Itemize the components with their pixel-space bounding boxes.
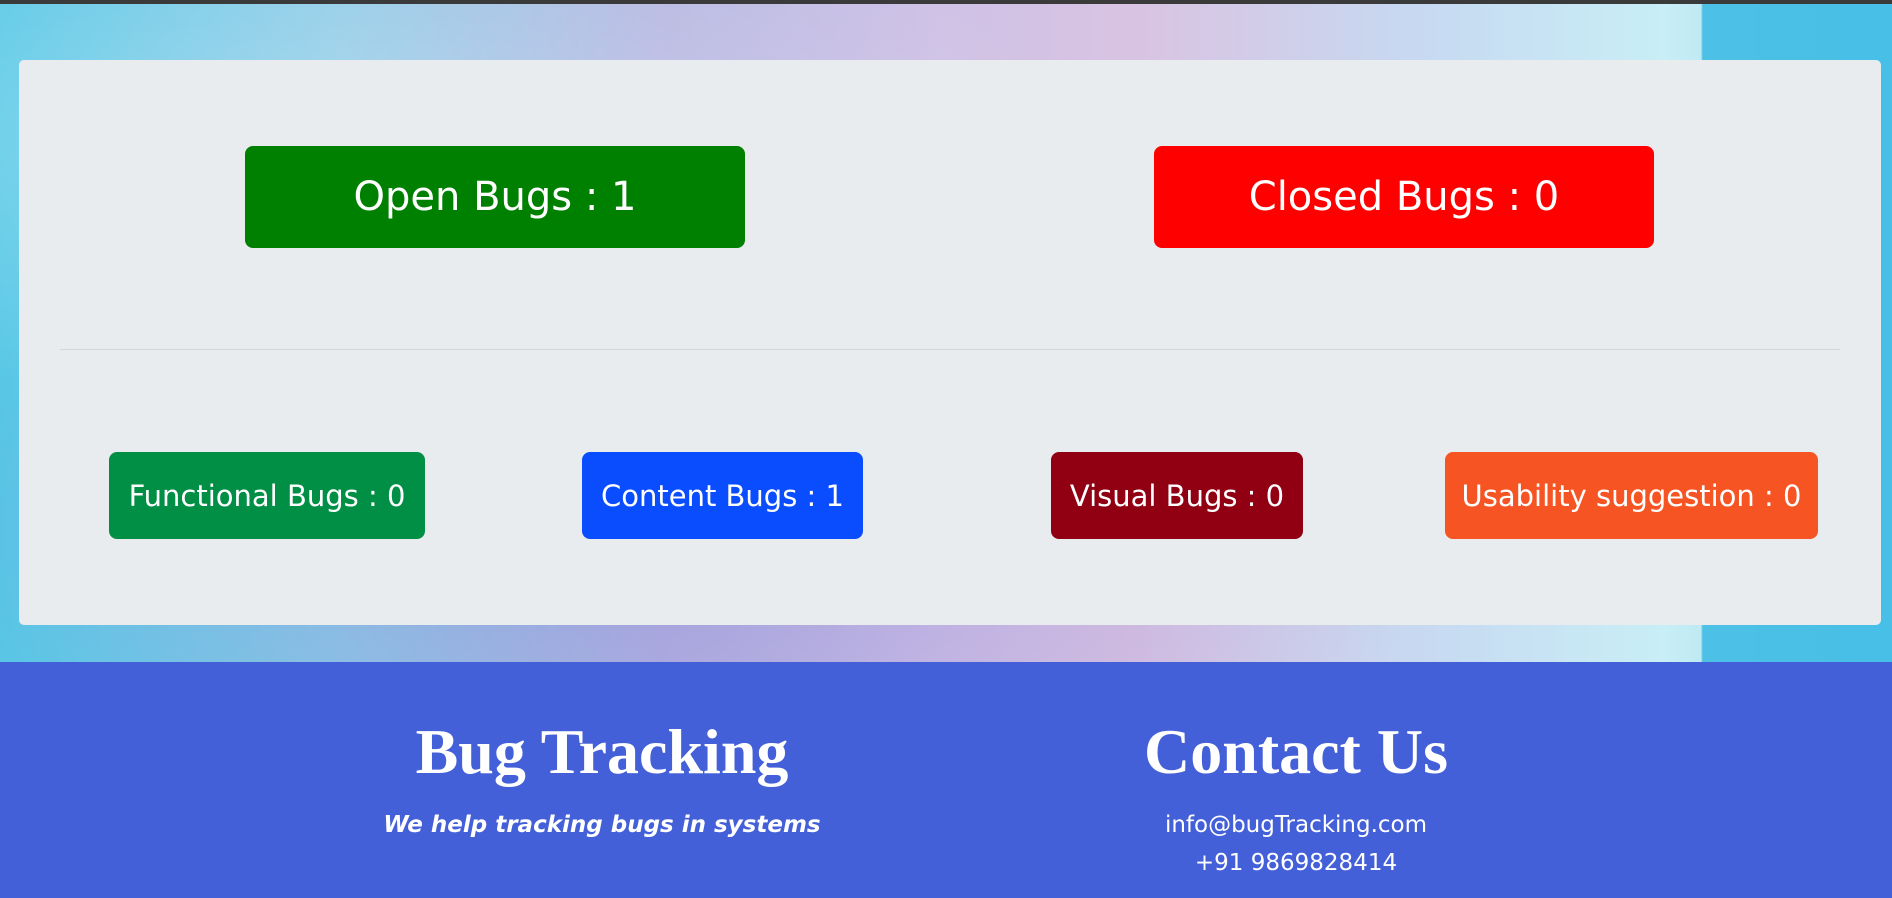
footer-tagline: We help tracking bugs in systems — [383, 812, 821, 838]
section-divider — [60, 349, 1840, 350]
content-bugs-label: Content Bugs : 1 — [600, 478, 844, 513]
functional-bugs-button[interactable]: Functional Bugs : 0 — [109, 452, 425, 539]
usability-suggestion-label: Usability suggestion : 0 — [1461, 478, 1802, 513]
content-bugs-button[interactable]: Content Bugs : 1 — [582, 452, 863, 539]
closed-bugs-label: Closed Bugs : 0 — [1248, 174, 1560, 220]
footer: Bug Tracking We help tracking bugs in sy… — [0, 662, 1892, 898]
contact-email-link[interactable]: info@bugTracking.com — [1046, 810, 1546, 840]
footer-contact-title: Contact Us — [1144, 716, 1448, 787]
contact-phone: +91 9869828414 — [1194, 850, 1398, 876]
functional-bugs-label: Functional Bugs : 0 — [128, 478, 406, 513]
open-bugs-button[interactable]: Open Bugs : 1 — [245, 146, 745, 248]
closed-bugs-button[interactable]: Closed Bugs : 0 — [1154, 146, 1654, 248]
footer-contact-section: Contact Us info@bugTracking.com +91 9869… — [1046, 662, 1546, 878]
footer-brand-title: Bug Tracking — [415, 716, 789, 787]
page-background: Open Bugs : 1 Closed Bugs : 0 Functional… — [0, 4, 1892, 662]
visual-bugs-label: Visual Bugs : 0 — [1069, 478, 1285, 513]
usability-suggestion-button[interactable]: Usability suggestion : 0 — [1445, 452, 1818, 539]
visual-bugs-button[interactable]: Visual Bugs : 0 — [1051, 452, 1303, 539]
bug-summary-card: Open Bugs : 1 Closed Bugs : 0 Functional… — [19, 60, 1881, 625]
open-bugs-label: Open Bugs : 1 — [353, 174, 637, 220]
footer-brand-section: Bug Tracking We help tracking bugs in sy… — [352, 662, 852, 840]
